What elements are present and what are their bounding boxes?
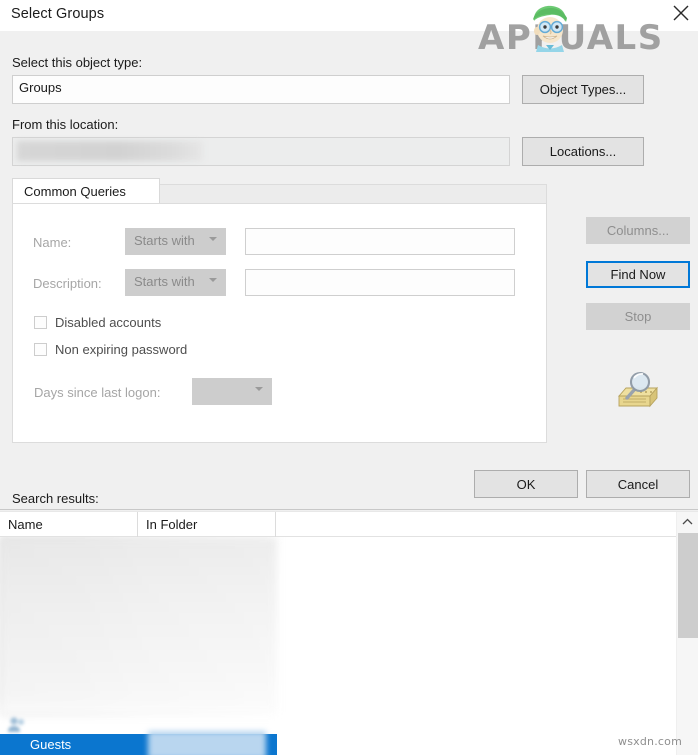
cancel-button[interactable]: Cancel <box>586 470 690 498</box>
title-bar: Select Groups <box>0 0 698 31</box>
list-content[interactable]: Guests <box>0 537 676 755</box>
column-header-name[interactable]: Name <box>0 512 138 537</box>
days-since-last-logon-select[interactable] <box>192 378 272 405</box>
name-input[interactable] <box>245 228 515 255</box>
description-operator-select[interactable]: Starts with <box>125 269 226 296</box>
non-expiring-password-checkbox[interactable] <box>34 343 47 356</box>
disabled-accounts-row[interactable]: Disabled accounts <box>34 315 161 330</box>
non-expiring-password-row[interactable]: Non expiring password <box>34 342 187 357</box>
close-icon[interactable] <box>664 0 698 28</box>
disabled-accounts-label: Disabled accounts <box>55 315 162 330</box>
chevron-down-icon <box>209 237 217 241</box>
search-results-list: Name In Folder Guests <box>0 512 698 755</box>
name-operator-value: Starts with <box>134 233 195 248</box>
search-results-label: Search results: <box>12 491 99 506</box>
column-header-in-folder[interactable]: In Folder <box>138 512 276 537</box>
description-label: Description: <box>33 276 102 291</box>
object-type-input[interactable]: Groups <box>12 75 510 104</box>
row-name-guests: Guests <box>30 737 72 752</box>
object-types-button[interactable]: Object Types... <box>522 75 644 104</box>
list-rows-redacted-overlay <box>0 537 277 715</box>
chevron-down-icon <box>255 387 263 391</box>
columns-button[interactable]: Columns... <box>586 217 690 244</box>
description-input[interactable] <box>245 269 515 296</box>
common-queries-panel: Name: Starts with Description: Starts wi… <box>12 203 547 443</box>
tab-common-queries[interactable]: Common Queries <box>12 178 160 204</box>
footer-divider <box>0 509 698 510</box>
disabled-accounts-checkbox[interactable] <box>34 316 47 329</box>
days-since-last-logon-label: Days since last logon: <box>34 385 161 400</box>
chevron-down-icon <box>209 278 217 282</box>
tab-strip: Common Queries <box>12 178 547 204</box>
location-input[interactable] <box>12 137 510 166</box>
object-type-value: Groups <box>19 80 62 95</box>
list-column-headers: Name In Folder <box>0 512 676 537</box>
non-expiring-password-label: Non expiring password <box>55 342 188 357</box>
group-icon-ghost <box>8 717 24 732</box>
object-type-label: Select this object type: <box>12 55 143 70</box>
scroll-up-icon[interactable] <box>677 512 698 532</box>
name-label: Name: <box>33 235 72 250</box>
site-watermark: wsxdn.com <box>618 735 682 748</box>
locations-button[interactable]: Locations... <box>522 137 644 166</box>
description-operator-value: Starts with <box>134 274 195 289</box>
page-title: Select Groups <box>11 6 105 22</box>
stop-button[interactable]: Stop <box>586 303 690 330</box>
name-operator-select[interactable]: Starts with <box>125 228 226 255</box>
location-value-redacted <box>17 141 203 161</box>
ok-button[interactable]: OK <box>474 470 578 498</box>
find-now-button[interactable]: Find Now <box>586 261 690 288</box>
search-folder-icon <box>618 371 658 408</box>
row-in-folder-redacted <box>148 731 266 755</box>
scrollbar-thumb[interactable] <box>678 533 698 638</box>
select-groups-dialog: Select Groups APPUALS Select this object… <box>0 0 698 755</box>
location-label: From this location: <box>12 117 119 132</box>
list-vertical-scrollbar[interactable] <box>676 512 698 755</box>
tab-strip-filler <box>160 184 547 204</box>
